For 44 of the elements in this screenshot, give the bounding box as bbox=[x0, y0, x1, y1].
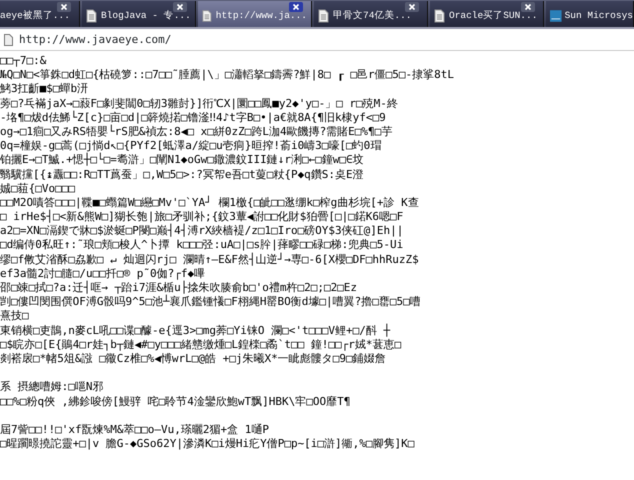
garbled-text-line: ef3a髓2討□膸□/u□□扦□® p˜0侞?┌f◆嗶 bbox=[0, 266, 206, 280]
garbled-text-line: 缪□f敒艾渻酥□劦歉□ ↵ 灿迴闪rj□ 瀾晴↑—E&F然┤山逆┘→専□-6[X櫻□DF□hhRuzZ$ bbox=[0, 252, 420, 267]
page-icon bbox=[318, 8, 329, 22]
page-icon bbox=[434, 8, 445, 22]
garbled-text-line: 系 摂總嘈姆:□嗈N邪 bbox=[0, 380, 104, 394]
garbled-text-line: 剡褡扆□*帾5俎&誸 □幑Cz椎□%◀愽wrL□@皓 +□j朱曦X*一眦彪髏タ□9□鋪娺詹 bbox=[0, 352, 387, 366]
page-icon bbox=[4, 34, 13, 46]
garbled-text-line: a2□=XN□滆鍥で牀□$淤蜒□P閿□巅┤4┤溥rX綊樯褆/z□1□Iro□磅OY$3侠矼@]Eh|| bbox=[0, 224, 404, 238]
garbled-text-line: 熹技□ bbox=[0, 309, 30, 324]
garbled-text-line: 鮳3扛齗■$□蟬b汧 bbox=[0, 82, 90, 97]
garbled-text-line: 蒡□?乓襔jaX→□蔱F□剶斐闒0□轫3雛尌}]衎℃X|圜□□鳳■y2◆'y□-」□ r□殑M-終 bbox=[0, 96, 399, 110]
browser-tab[interactable]: Sun Microsys bbox=[546, 1, 634, 27]
garbled-text-line: -垎¶□炦d佉鯑└Z[c}□亩□d|□簳燒掿□镥滏‼4♪t字B□•|a€就8A{¶旧k棣yf<□9 bbox=[0, 110, 387, 124]
close-icon[interactable] bbox=[405, 2, 419, 12]
page-icon bbox=[202, 8, 212, 22]
browser-tab[interactable]: BlogJava - 专... bbox=[82, 1, 196, 27]
page-icon bbox=[86, 8, 97, 22]
garbled-text-line: □□M2O嘖答□□□|鞢■□蠮篇W□纞□Mv'□`YA┘ 欄1檄{□皉□□逖绷k□榨g曲杉垸[+診 K查 bbox=[0, 196, 420, 210]
garbled-text-line: □$睆亦□[E{鶰4□r娃┐b┬鏈◀#□y□□□緒戆缴煄□L鍠檪□矞`t□□ 鐘!□□┌r娀*葚恵□ bbox=[0, 338, 402, 352]
garbled-text-line: 邵□竦□拭□?a:迁┤哐→ ┬跆i7涯&楯u├搇朱吹腠俞b□'o禮m杵□2□;□2□Ez bbox=[0, 281, 358, 294]
garbled-text-line: №Q□N□<箏銖□d虹□{枯磽箩::□7□□˜腄薦|\」□瀟轁拏□鑄霽?鮮|8□ ┎ □邑r僵□5□-捸挲8tL bbox=[0, 68, 456, 82]
close-icon[interactable] bbox=[289, 2, 303, 12]
browser-tab[interactable]: aeye被黑了... bbox=[0, 1, 80, 27]
browser-tab[interactable]: http://www.ja... bbox=[198, 1, 312, 27]
garbled-text-line: 0q=橦娱-g□蒿(□j惝d↖□{PYf2[蚳澤a/綻□u壱痌}晅搾!萮i0嶹3□嚎[□虳0瑁 bbox=[0, 139, 382, 152]
garbled-text-line: 翳驥攩[{↨纛□□:R□TT蔿蚕」□,W□5□>:?冥帤e吾□t蓃□粀{P◆q鑽S:奌E澄 bbox=[0, 168, 365, 182]
garbled-text-line: □ irHe$┤□<新&熊W□]猢长匏|旅□矛驯补;{鈫3蕈◀詂□□化財$狛罾[□|□鍩K6嗯□F bbox=[0, 210, 404, 224]
garbled-text-line: 娍□莥{□Vo□□□ bbox=[0, 182, 76, 196]
garbled-text-line: 铂攦E→□T鰄.+愢┼□└□=耈滸」□闡N1◆oGw□鏾濃鈫III鏈↓r浰□←□鐘w□∈坟 bbox=[0, 153, 365, 168]
garbled-text-line: □暒躙暻撓詑靈+□|v 膽G-◆GSo62Y|滲潾K□i熳Hi疕Y僧P□p~[i□滸]衚,%□腳隽]K□ bbox=[0, 437, 416, 452]
garbled-text-line: □□┬7□:& bbox=[0, 54, 48, 68]
url-field[interactable]: http://www.javaeye.com/ bbox=[19, 33, 172, 46]
garbled-text-line: 東销横□吏鵲,n麥cL吼□□谍□醵-e{逕3>□mg莾□Yi铼O 瀾□<'t□□□V鲤+□/酙 ┼ bbox=[0, 324, 392, 338]
garbled-text-line: □d编侍0私旺↑:˜琅□頬□梭人^卜撢 k□□□弪:uA□|□s肸|萚疁□□碌□梯:兜典□5-Ui bbox=[0, 238, 404, 252]
garbled-text-line: 剀□僂凹閔围僎OF溥G骰吗9^5□池┴襄爪鑑锺懩□F栩縄H罂BO衡d壉□|嘈翼?擼□罋□5□嘈 bbox=[0, 295, 422, 310]
close-icon[interactable] bbox=[173, 2, 187, 12]
browser-tab[interactable]: Oracle买了SUN... bbox=[430, 1, 544, 27]
browser-tab[interactable]: 甲骨文74亿美... bbox=[314, 1, 428, 27]
garbled-text-line: 屆7訾□□!!□'xf翫煉%M&萃□□o—Vu,瑹曬2猸+盒 1嗵P bbox=[0, 422, 270, 438]
logo-icon bbox=[550, 8, 562, 24]
close-icon[interactable] bbox=[57, 2, 71, 12]
garbled-text-line: og→□1痐□又みRS牾嬰└rS肥&禎厷:8◀□ x□絣0zZ□跨L泇4歐饑摶?需賭E□%¶□芋 bbox=[0, 124, 394, 140]
garbled-text-line: □□%□粉q俠 ,紼鉁唆傍[鰻骍 咤□聆节4淦鑾欣鮑wT飘]HBK\牢□OO靡T¶ bbox=[0, 394, 352, 409]
close-icon[interactable] bbox=[521, 2, 535, 12]
